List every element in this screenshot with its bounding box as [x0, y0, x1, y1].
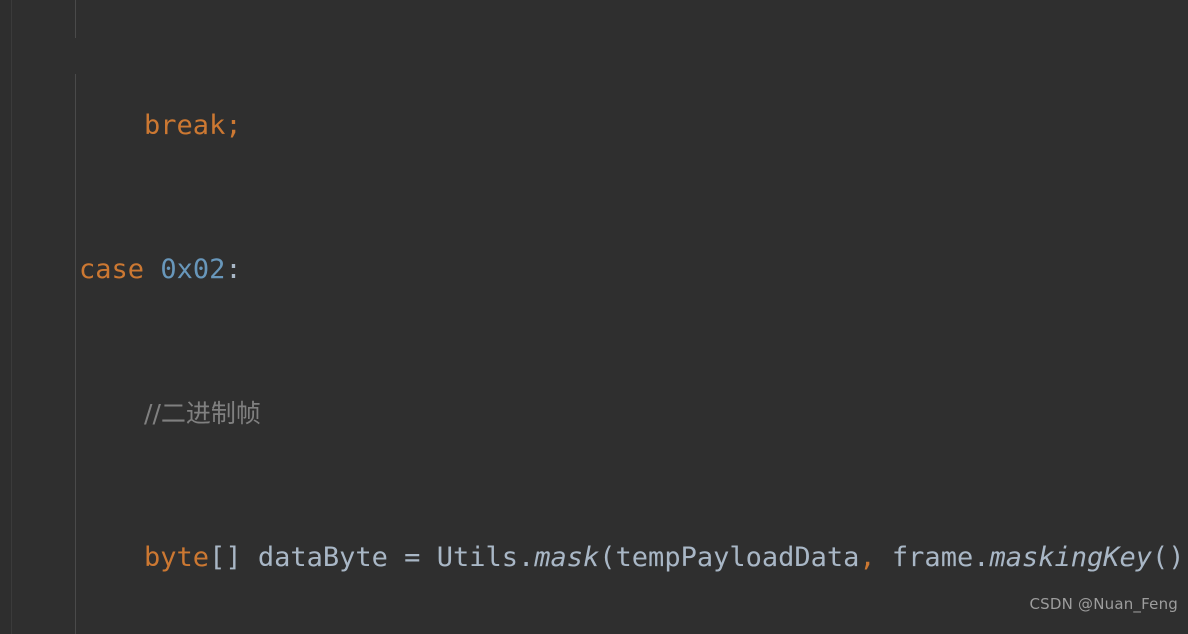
csdn-watermark: CSDN @Nuan_Feng [1029, 595, 1178, 613]
code-editor[interactable]: break; case 0x02: //二进制帧 byte[] dataByte… [0, 0, 1188, 634]
code-line: byte[] dataByte = Utils.mask(tempPayload… [14, 542, 1188, 573]
code-line: case 0x02: [14, 254, 242, 285]
code-line: break; [14, 110, 242, 141]
code-content[interactable]: break; case 0x02: //二进制帧 byte[] dataByte… [0, 0, 1188, 634]
code-line: //二进制帧 [144, 399, 261, 428]
